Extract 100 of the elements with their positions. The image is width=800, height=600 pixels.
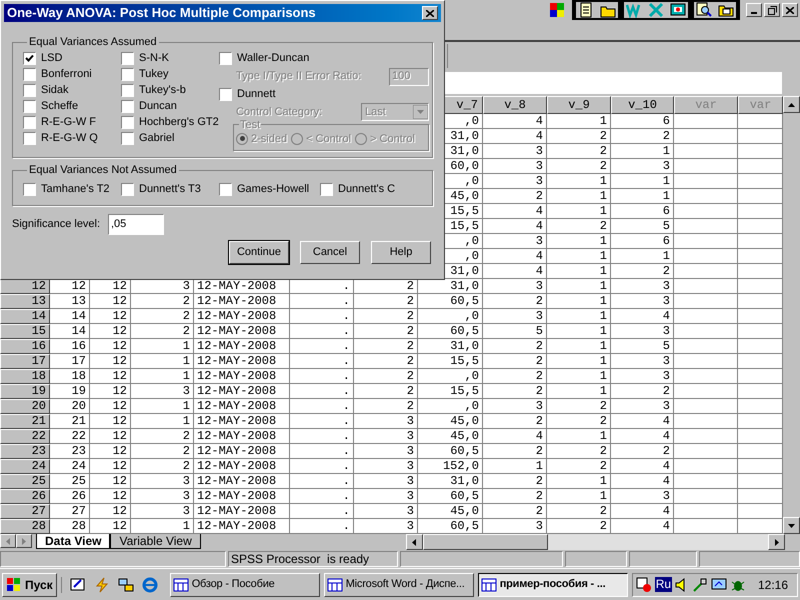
row-header[interactable]: 16 <box>0 339 50 354</box>
dialog-button[interactable]: Cancel <box>300 241 360 264</box>
table-cell: 21 <box>50 414 90 429</box>
tiles-icon[interactable] <box>550 3 564 17</box>
row-header[interactable]: 21 <box>0 414 50 429</box>
network-icon[interactable] <box>118 576 134 592</box>
checkbox[interactable] <box>121 116 134 129</box>
table-cell: 1 <box>131 399 194 414</box>
tab-scroll-left-button[interactable] <box>0 534 16 548</box>
checkbox[interactable] <box>23 68 36 81</box>
column-header[interactable]: v_10 <box>611 96 674 114</box>
checkbox[interactable] <box>219 183 232 196</box>
checkbox[interactable] <box>23 132 36 145</box>
table-cell: 4 <box>483 249 547 264</box>
table-cell: 1 <box>547 114 611 129</box>
table-cell: 12-MAY-2008 <box>194 309 290 324</box>
checkbox[interactable] <box>219 52 232 65</box>
table-cell <box>674 474 738 489</box>
table-cell: 12 <box>90 354 131 369</box>
table-cell: 3 <box>354 489 418 504</box>
checkbox[interactable] <box>23 100 36 113</box>
row-header[interactable]: 25 <box>0 474 50 489</box>
table-cell: 17 <box>50 354 90 369</box>
down-arrow-icon <box>788 524 795 528</box>
scroll-up-button[interactable] <box>783 96 800 113</box>
row-header[interactable]: 19 <box>0 384 50 399</box>
scroll-left-button[interactable] <box>406 534 423 550</box>
table-cell: 12 <box>90 504 131 519</box>
desktop-icon[interactable] <box>70 576 86 592</box>
network-icon[interactable] <box>692 576 708 592</box>
table-cell: 5 <box>483 324 547 339</box>
scheduler-icon[interactable] <box>636 576 652 592</box>
window-title: One-Way ANOVA: Post Hoc Multiple Comparisons <box>7 4 316 22</box>
row-header[interactable]: 14 <box>0 309 50 324</box>
checkbox[interactable] <box>219 88 232 101</box>
row-header[interactable]: 26 <box>0 489 50 504</box>
row-header[interactable]: 15 <box>0 324 50 339</box>
table-cell: 2 <box>547 144 611 159</box>
column-header[interactable]: v_9 <box>547 96 611 114</box>
monitor-icon[interactable] <box>711 576 728 592</box>
row-header[interactable]: 23 <box>0 444 50 459</box>
lightning-icon[interactable] <box>94 576 110 592</box>
checkbox[interactable] <box>121 183 134 196</box>
row-header[interactable]: 24 <box>0 459 50 474</box>
horizontal-scrollbar[interactable] <box>406 534 785 550</box>
table-cell: 4 <box>611 459 674 474</box>
table-cell <box>674 129 738 144</box>
checkbox[interactable] <box>121 100 134 113</box>
column-header[interactable]: v_8 <box>483 96 547 114</box>
row-header[interactable]: 27 <box>0 504 50 519</box>
scroll-right-button[interactable] <box>768 534 785 550</box>
checkbox[interactable] <box>320 183 333 196</box>
start-button[interactable]: Пуск <box>2 572 57 596</box>
dialog-button[interactable]: Help <box>371 241 431 264</box>
table-cell: 4 <box>483 264 547 279</box>
row-header[interactable]: 13 <box>0 294 50 309</box>
checkbox[interactable] <box>23 183 36 196</box>
checkbox[interactable] <box>121 84 134 97</box>
table-cell: 2 <box>483 444 547 459</box>
close-button[interactable] <box>422 6 438 20</box>
checkbox[interactable] <box>23 52 36 65</box>
row-header[interactable]: 17 <box>0 354 50 369</box>
sheet-tab[interactable]: Data View <box>36 534 110 549</box>
sheet-tab[interactable]: Variable View <box>110 534 201 549</box>
windows-flag-icon <box>6 578 22 592</box>
taskbar-button[interactable]: пример-пособия - ... <box>478 572 628 596</box>
browser-icon[interactable] <box>142 576 158 592</box>
significance-field[interactable]: ,05 <box>108 214 164 234</box>
minimize-button[interactable] <box>746 3 762 17</box>
checkbox[interactable] <box>23 116 36 129</box>
presentation-icon[interactable] <box>670 2 686 18</box>
taskbar-button[interactable]: Обзор - Пособие <box>170 572 320 596</box>
restore-button[interactable] <box>764 3 780 17</box>
checkbox[interactable] <box>121 68 134 81</box>
row-header[interactable]: 18 <box>0 369 50 384</box>
scroll-down-button[interactable] <box>783 517 800 534</box>
dialog-button[interactable]: Continue <box>229 241 289 264</box>
row-header[interactable]: 20 <box>0 399 50 414</box>
checkbox[interactable] <box>23 84 36 97</box>
table-cell: 2 <box>547 444 611 459</box>
table-cell: 4 <box>611 429 674 444</box>
vertical-scrollbar[interactable] <box>783 96 800 534</box>
checkbox[interactable] <box>121 132 134 145</box>
tab-scroll-right-button[interactable] <box>16 534 32 548</box>
status-panel <box>629 551 697 567</box>
document-icon[interactable] <box>578 2 594 18</box>
close-button[interactable] <box>782 3 798 17</box>
table-cell: 24 <box>50 459 90 474</box>
row-header[interactable]: 28 <box>0 519 50 534</box>
cell-editor-field[interactable] <box>445 72 782 94</box>
table-cell: 3 <box>611 354 674 369</box>
taskbar-button[interactable]: Microsoft Word - Диспе... <box>324 572 474 596</box>
magnifier-icon[interactable] <box>696 2 712 18</box>
scroll-thumb[interactable] <box>422 534 548 550</box>
language-indicator[interactable]: Ru <box>654 577 672 592</box>
row-header[interactable]: 12 <box>0 279 50 294</box>
table-cell <box>674 369 738 384</box>
table-cell: 4 <box>483 429 547 444</box>
row-header[interactable]: 22 <box>0 429 50 444</box>
checkbox[interactable] <box>121 52 134 65</box>
